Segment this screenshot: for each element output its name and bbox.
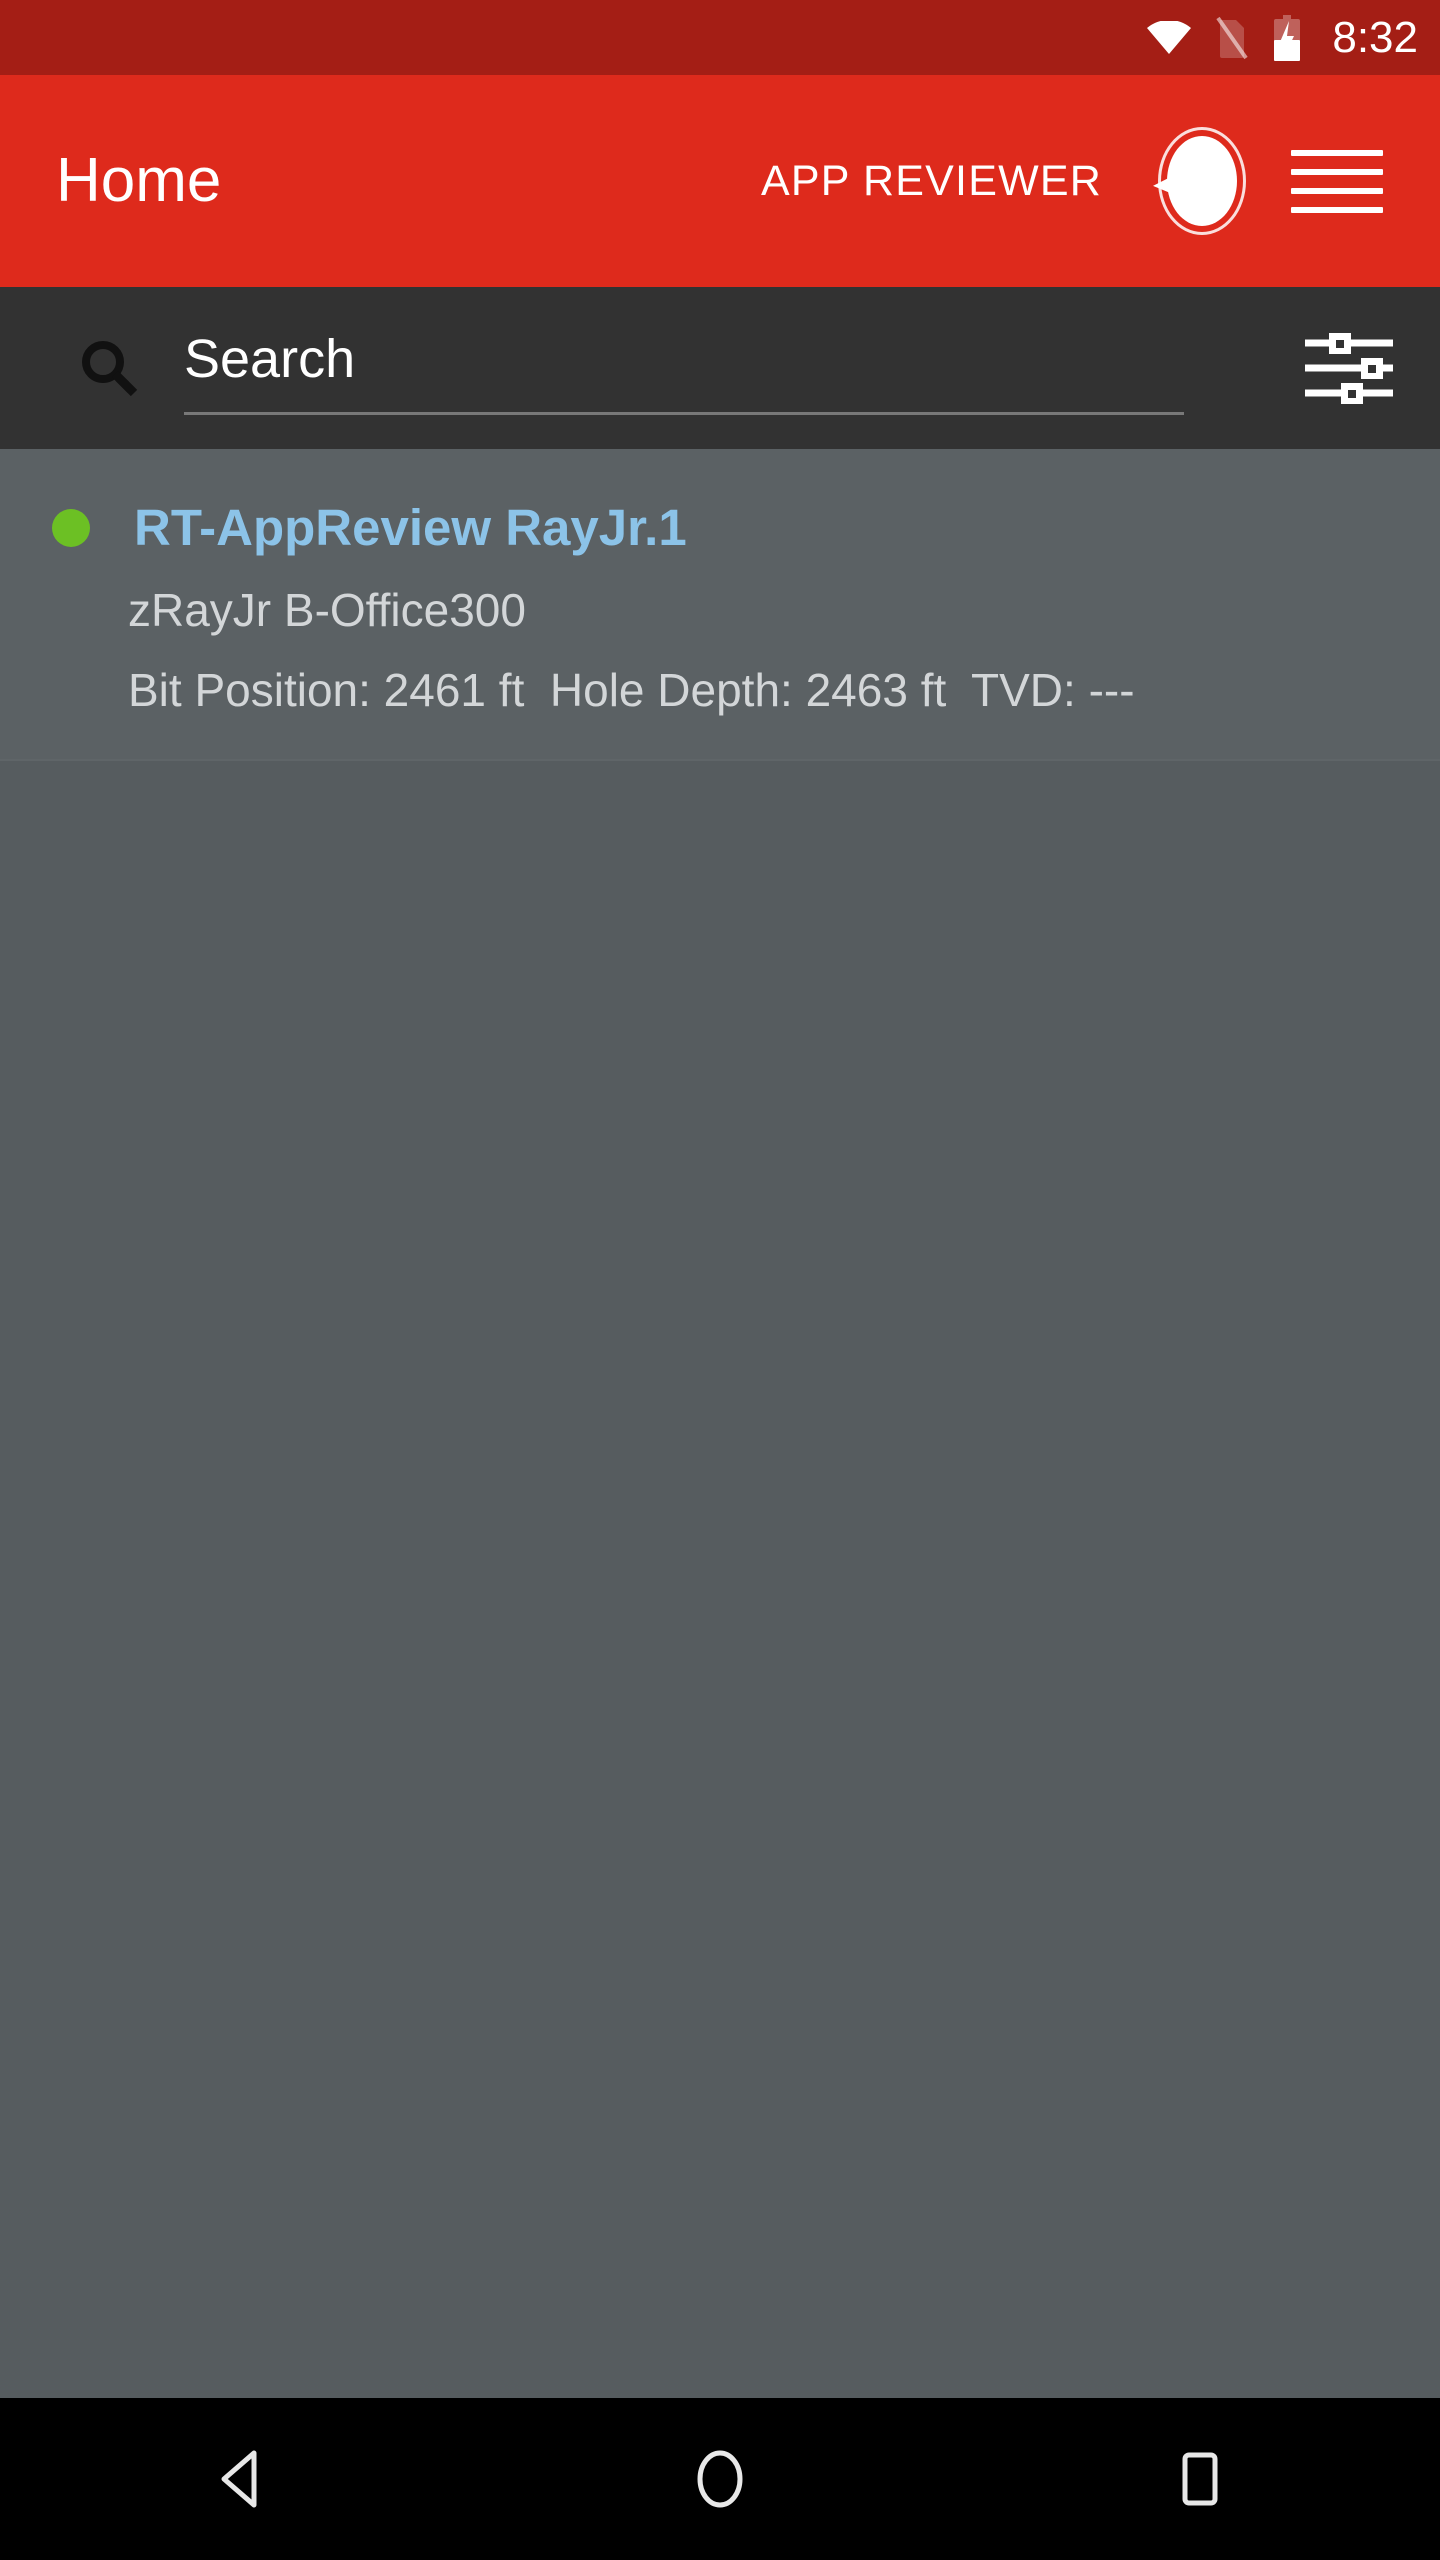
filter-sliders-button[interactable] — [1284, 303, 1414, 433]
page-title: Home — [56, 146, 222, 215]
menu-line — [1291, 168, 1383, 175]
list-item-title: RT-AppReview RayJr.1 — [134, 499, 687, 556]
battery-charging-icon — [1272, 14, 1302, 61]
app-logo-button[interactable] — [1142, 121, 1262, 241]
sim-card-off-icon — [1216, 16, 1248, 60]
app-bar-actions: APP REVIEWER — [761, 75, 1440, 287]
hamburger-menu-button[interactable] — [1262, 106, 1412, 256]
well-list: RT-AppReview RayJr.1 zRayJr B-Office300 … — [0, 449, 1440, 2398]
status-bar-clock: 8:32 — [1332, 12, 1418, 62]
home-circle-icon — [697, 2450, 743, 2508]
search-icon[interactable] — [78, 337, 140, 399]
menu-line — [1291, 187, 1383, 194]
filter-sliders-icon — [1305, 333, 1393, 404]
recents-button[interactable] — [1110, 2398, 1290, 2560]
list-item-header: RT-AppReview RayJr.1 — [0, 499, 1440, 557]
list-item-metrics: Bit Position: 2461 ft Hole Depth: 2463 f… — [128, 664, 1135, 716]
search-underline — [184, 412, 1184, 415]
status-dot-active — [52, 509, 90, 547]
list-item[interactable]: RT-AppReview RayJr.1 zRayJr B-Office300 … — [0, 449, 1440, 761]
recents-square-icon — [1182, 2452, 1218, 2506]
menu-line — [1291, 149, 1383, 156]
app-bar-subtitle: APP REVIEWER — [761, 157, 1102, 205]
home-button[interactable] — [630, 2398, 810, 2560]
search-bar — [0, 287, 1440, 449]
search-field-wrapper — [184, 287, 1340, 449]
status-bar-icons: 8:32 — [1146, 12, 1418, 62]
menu-line — [1291, 206, 1383, 213]
app-logo-icon — [1167, 136, 1237, 226]
wifi-icon — [1146, 20, 1192, 55]
app-bar: Home APP REVIEWER — [0, 75, 1440, 287]
back-triangle-icon — [221, 2450, 257, 2508]
back-button[interactable] — [150, 2398, 330, 2560]
search-input[interactable] — [184, 328, 1184, 408]
list-item-subtitle: zRayJr B-Office300 — [128, 584, 526, 636]
android-nav-bar — [0, 2398, 1440, 2560]
status-bar: 8:32 — [0, 0, 1440, 75]
app-root: 8:32 Home APP REVIEWER Search RT-AppRevi… — [0, 0, 1440, 2560]
